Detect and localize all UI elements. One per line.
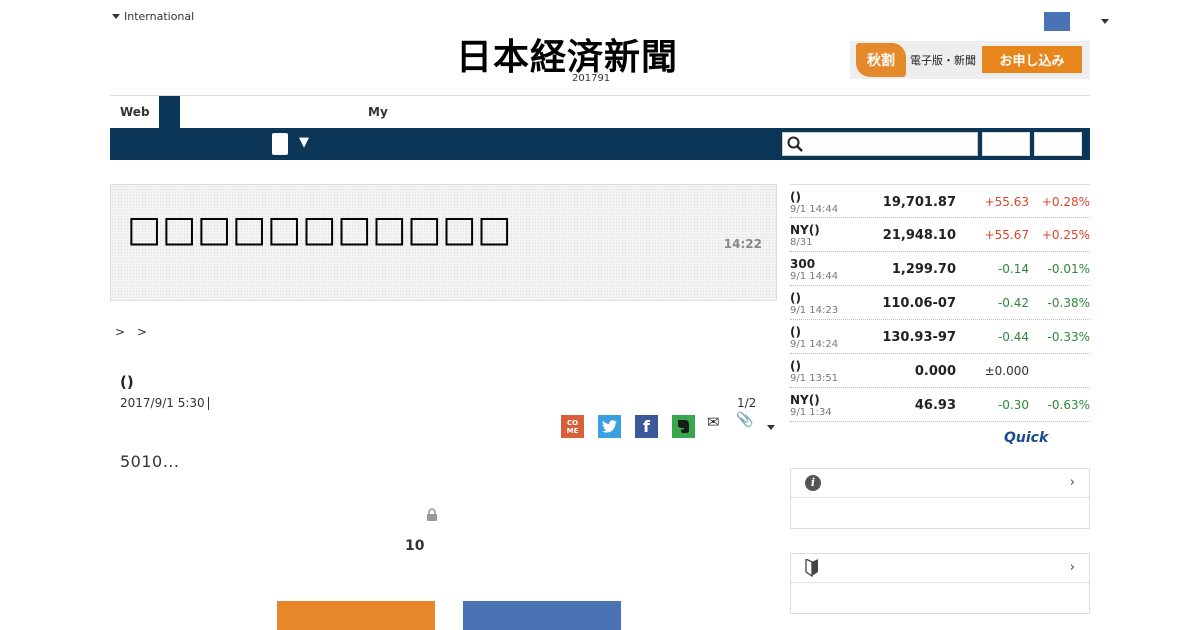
- flag-icon[interactable]: [1044, 12, 1070, 31]
- mail-icon[interactable]: ✉: [707, 413, 720, 431]
- wakaba-mark-icon: [805, 557, 818, 578]
- search-box[interactable]: [782, 132, 978, 156]
- info-icon: i: [805, 475, 821, 491]
- main-nav: ▼: [110, 128, 1090, 160]
- evernote-icon[interactable]: [672, 415, 695, 438]
- info-widget: i ›: [790, 468, 1090, 529]
- market-value: 0.000: [914, 364, 956, 379]
- chevron-right-icon[interactable]: ›: [1070, 560, 1075, 575]
- beginner-widget: ›: [790, 553, 1090, 614]
- nav-menu-button[interactable]: [272, 133, 288, 155]
- market-time: 9/1 14:44: [790, 271, 839, 282]
- market-time: 8/31: [790, 237, 813, 248]
- beginner-widget-header[interactable]: ›: [791, 554, 1089, 583]
- market-name: 300: [790, 257, 816, 271]
- caret-down-icon: [112, 14, 120, 19]
- article-date-text: 2017/9/1 5:30: [120, 396, 205, 410]
- market-name: (): [790, 359, 801, 373]
- facebook-icon[interactable]: f: [635, 415, 658, 438]
- article-date: 2017/9/1 5:30: [120, 396, 209, 410]
- login-button[interactable]: [1034, 132, 1082, 156]
- info-widget-header[interactable]: i ›: [791, 469, 1089, 498]
- edition-selector[interactable]: International: [112, 10, 194, 23]
- market-row[interactable]: 300 9/1 14:44 1,299.70 -0.14 -0.01%: [790, 252, 1090, 286]
- market-row[interactable]: () 9/1 14:24 130.93-97 -0.44 -0.33%: [790, 320, 1090, 354]
- market-change: -0.14: [997, 262, 1029, 276]
- breaking-news-box[interactable]: □□□□□□□□□□□ 14:22: [110, 184, 777, 301]
- market-value: 46.93: [914, 398, 956, 413]
- breadcrumb[interactable]: > >: [115, 325, 151, 339]
- promo-badge: 秋割: [856, 43, 906, 77]
- market-row[interactable]: NY() 9/1 1:34 46.93 -0.30 -0.63%: [790, 388, 1090, 422]
- issue-date: 201791: [572, 73, 611, 84]
- tab-my[interactable]: My: [368, 105, 388, 119]
- market-row[interactable]: () 9/1 14:23 110.06-07 -0.42 -0.38%: [790, 286, 1090, 320]
- caret-down-icon[interactable]: [1101, 19, 1109, 24]
- market-change: +55.67: [984, 228, 1029, 242]
- market-time: 9/1 13:51: [790, 373, 839, 384]
- chevron-right-icon[interactable]: ›: [1070, 475, 1075, 490]
- market-row[interactable]: () 9/1 14:44 19,701.87 +55.63 +0.28%: [790, 184, 1090, 218]
- market-percent: -0.33%: [1047, 330, 1090, 344]
- tab-bar: Web My: [110, 96, 1090, 128]
- search-button[interactable]: [982, 132, 1030, 156]
- market-time: 9/1 14:44: [790, 204, 839, 215]
- search-icon: [787, 136, 803, 152]
- evernote-elephant-icon: [677, 420, 689, 433]
- market-data-panel: () 9/1 14:44 19,701.87 +55.63 +0.28% NY() 8/31…: [790, 184, 1090, 446]
- market-row[interactable]: () 9/1 13:51 0.000 ±0.000: [790, 354, 1090, 388]
- market-value: 21,948.10: [882, 228, 956, 243]
- market-change: +55.63: [984, 195, 1029, 209]
- subscribe-button[interactable]: お申し込み: [982, 46, 1082, 73]
- market-time: 9/1 14:23: [790, 305, 839, 316]
- market-time: 9/1 1:34: [790, 407, 832, 418]
- tab-active-marker[interactable]: [159, 96, 180, 128]
- subscription-promo[interactable]: 秋割 電子版・新聞 お申し込み: [850, 41, 1090, 79]
- page-count: 1/2: [737, 396, 757, 410]
- site-logo[interactable]: 日本経済新聞: [456, 28, 678, 80]
- market-percent: -0.63%: [1047, 398, 1090, 412]
- remaining-count: 10: [405, 538, 425, 554]
- headline-text[interactable]: □□□□□□□□□□□: [127, 207, 511, 253]
- market-row[interactable]: NY() 8/31 21,948.10 +55.67 +0.25%: [790, 218, 1090, 252]
- market-percent: +0.25%: [1041, 228, 1090, 242]
- market-name: (): [790, 325, 801, 339]
- divider: [207, 397, 209, 410]
- market-percent: -0.01%: [1047, 262, 1090, 276]
- market-percent: +0.28%: [1041, 195, 1090, 209]
- quick-logo[interactable]: Quick: [1004, 430, 1048, 446]
- login-cta-button[interactable]: [463, 601, 621, 630]
- market-name: (): [790, 291, 801, 305]
- subscribe-cta-button[interactable]: [277, 601, 435, 630]
- tab-web[interactable]: Web: [120, 105, 150, 119]
- edition-label: International: [124, 10, 195, 23]
- article-title: (): [120, 373, 134, 391]
- lock-icon: [426, 508, 438, 524]
- market-value: 110.06-07: [882, 296, 956, 311]
- nav-dropdown-icon[interactable]: ▼: [299, 135, 309, 150]
- market-name: NY(): [790, 393, 820, 407]
- market-change: ±0.000: [984, 364, 1029, 378]
- market-value: 130.93-97: [882, 330, 956, 345]
- market-percent: -0.38%: [1047, 296, 1090, 310]
- come-icon[interactable]: CO ME: [561, 415, 584, 438]
- market-time: 9/1 14:24: [790, 339, 839, 350]
- twitter-bird-icon: [602, 420, 617, 433]
- market-name: (): [790, 190, 801, 204]
- twitter-icon[interactable]: [598, 415, 621, 438]
- headline-time: 14:22: [723, 237, 762, 251]
- more-share-caret-icon[interactable]: [767, 425, 775, 430]
- beginner-mark-icon: [805, 557, 819, 581]
- clip-icon[interactable]: 📎: [736, 412, 753, 428]
- padlock-icon: [427, 508, 437, 521]
- promo-text: 電子版・新聞: [910, 54, 976, 67]
- article-excerpt: 5010...: [120, 452, 180, 471]
- market-change: -0.30: [997, 398, 1029, 412]
- search-input[interactable]: [807, 134, 977, 154]
- market-name: NY(): [790, 223, 820, 237]
- market-change: -0.42: [997, 296, 1029, 310]
- market-change: -0.44: [997, 330, 1029, 344]
- market-value: 19,701.87: [882, 195, 956, 210]
- market-value: 1,299.70: [891, 262, 956, 277]
